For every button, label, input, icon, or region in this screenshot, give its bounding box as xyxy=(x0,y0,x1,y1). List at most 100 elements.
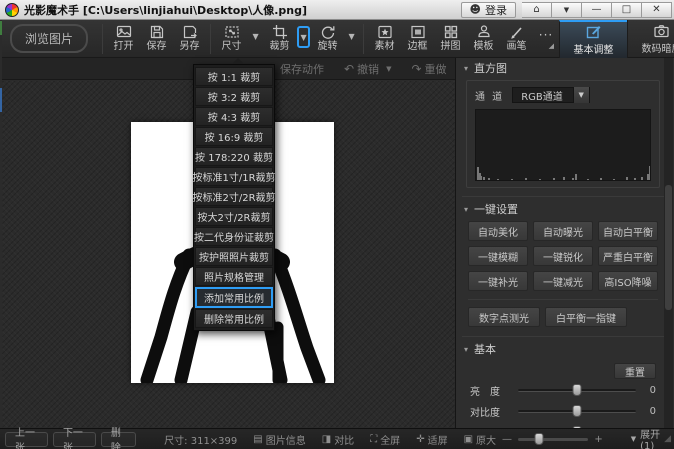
oneclick-sharpen-button[interactable]: 一键锐化 xyxy=(533,246,593,266)
auto-beautify-button[interactable]: 自动美化 xyxy=(468,221,528,241)
original-size-button[interactable]: ▣ 原大 xyxy=(464,432,496,447)
zoom-slider-thumb[interactable] xyxy=(535,433,544,445)
menu-item-4-3[interactable]: 按 4:3 裁剪 xyxy=(195,107,273,126)
collapse-triangle-icon: ▾ xyxy=(464,64,468,73)
brush-button[interactable]: 画笔 xyxy=(500,21,533,57)
zoom-out-button[interactable]: — xyxy=(502,434,512,445)
crop-ratio-menu: 按 1:1 裁剪 按 3:2 裁剪 按 4:3 裁剪 按 16:9 裁剪 按 1… xyxy=(193,64,275,331)
menu-item-2inch[interactable]: 按标准2寸/2R裁剪 xyxy=(195,187,273,206)
histogram-section-header[interactable]: ▾ 直方图 xyxy=(456,58,674,78)
login-button[interactable]: ☻ 登录 xyxy=(461,2,516,18)
histogram-plot xyxy=(475,109,651,181)
menu-item-id-card[interactable]: 按二代身份证裁剪 xyxy=(195,227,273,246)
undo-button[interactable]: ↶ 撤销 ▼ xyxy=(344,61,391,77)
resize-button[interactable]: 尺寸 xyxy=(215,21,248,57)
menu-item-spec-manage[interactable]: 照片规格管理 xyxy=(195,267,273,286)
ellipsis-icon: ··· xyxy=(539,28,553,42)
main-menu-button[interactable]: ▼ xyxy=(552,2,582,18)
delete-image-button[interactable]: 删除 xyxy=(101,432,136,447)
slider-thumb[interactable] xyxy=(573,384,582,396)
fit-screen-button[interactable]: ✛ 适屏 xyxy=(416,432,447,447)
scrollbar-thumb[interactable] xyxy=(665,185,672,310)
menu-item-1inch[interactable]: 按标准1寸/1R裁剪 xyxy=(195,167,273,186)
minimize-button[interactable]: — xyxy=(582,2,612,18)
save-button[interactable]: 保存 xyxy=(140,21,173,57)
close-icon: ✕ xyxy=(652,4,660,15)
image-info-icon: ▤ xyxy=(253,434,262,445)
chevron-down-icon: ▼ xyxy=(300,33,306,42)
digital-spot-metering-button[interactable]: 数字点测光 xyxy=(468,307,540,327)
collage-button[interactable]: 拼图 xyxy=(434,21,467,57)
panel-scrollbar[interactable] xyxy=(664,58,673,428)
panel-divider xyxy=(468,299,658,300)
contrast-value: 0 xyxy=(642,406,656,417)
open-button[interactable]: 打开 xyxy=(107,21,140,57)
more-tools-button[interactable]: ··· ◢ xyxy=(533,28,559,50)
chevron-down-icon: ▼ xyxy=(252,32,258,41)
redo-icon: ↷ xyxy=(411,62,421,76)
menu-item-178-220[interactable]: 按 178:220 裁剪 xyxy=(195,147,273,166)
basic-section-header[interactable]: ▾ 基本 xyxy=(456,339,674,359)
reset-button[interactable]: 重置 xyxy=(614,363,656,379)
maximize-button[interactable]: □ xyxy=(612,2,642,18)
save-action-button[interactable]: 保存动作 xyxy=(280,61,324,77)
menu-item-3-2[interactable]: 按 3:2 裁剪 xyxy=(195,87,273,106)
brightness-value: 0 xyxy=(642,385,656,396)
next-image-button[interactable]: 下一张 xyxy=(53,432,96,447)
contrast-slider[interactable] xyxy=(518,410,636,413)
collapse-triangle-icon: ▾ xyxy=(464,205,468,214)
crop-button[interactable]: 裁剪 xyxy=(263,21,296,57)
close-button[interactable]: ✕ xyxy=(642,2,672,18)
previous-image-button[interactable]: 上一张 xyxy=(5,432,48,447)
compare-button[interactable]: ◨ 对比 xyxy=(322,432,354,447)
image-info-button[interactable]: ▤ 图片信息 xyxy=(253,432,305,447)
severe-whitebalance-button[interactable]: 严重白平衡 xyxy=(598,246,658,266)
menu-item-big-2inch[interactable]: 按大2寸/2R裁剪 xyxy=(195,207,273,226)
material-button[interactable]: 素材 xyxy=(368,21,401,57)
brightness-slider[interactable] xyxy=(518,389,636,392)
save-as-button[interactable]: 另存 xyxy=(173,21,206,57)
border-label: 边框 xyxy=(408,41,428,53)
zoom-slider[interactable] xyxy=(518,438,588,441)
expand-panel-button[interactable]: ▼ 展开(1) xyxy=(631,426,664,449)
fill-light-button[interactable]: 一键补光 xyxy=(468,271,528,291)
open-image-icon xyxy=(116,24,132,40)
material-icon xyxy=(377,24,393,40)
rotate-dropdown-arrow[interactable]: ▼ xyxy=(345,26,358,46)
slider-thumb[interactable] xyxy=(573,405,582,417)
auto-whitebalance-button[interactable]: 自动白平衡 xyxy=(598,221,658,241)
oneclick-blur-button[interactable]: 一键模糊 xyxy=(468,246,528,266)
tab-digital-darkroom[interactable]: 数码暗房 xyxy=(627,20,674,58)
tab-basic-adjust[interactable]: 基本调整 xyxy=(559,20,627,58)
redo-button[interactable]: ↷ 重做 xyxy=(411,61,446,77)
browse-images-button[interactable]: 浏览图片 xyxy=(10,24,88,53)
window-title: 光影魔术手 [C:\Users\linjiahui\Desktop\人像.png… xyxy=(24,2,461,18)
save-label: 保存 xyxy=(147,41,167,53)
template-icon xyxy=(476,24,492,40)
crop-dropdown-arrow[interactable]: ▼ xyxy=(297,26,310,48)
channel-select[interactable]: RGB通道 ▼ xyxy=(512,87,590,103)
menu-item-passport[interactable]: 按护照照片裁剪 xyxy=(195,247,273,266)
high-iso-denoise-button[interactable]: 高ISO降噪 xyxy=(598,271,658,291)
channel-value: RGB通道 xyxy=(513,88,573,103)
rotate-button[interactable]: 旋转 xyxy=(311,21,344,57)
fullscreen-button[interactable]: ⛶ 全屏 xyxy=(370,432,400,447)
zoom-in-button[interactable]: + xyxy=(594,434,602,445)
chevron-down-icon[interactable]: ▼ xyxy=(573,87,589,103)
menu-item-1-1[interactable]: 按 1:1 裁剪 xyxy=(195,67,273,86)
auto-exposure-button[interactable]: 自动曝光 xyxy=(533,221,593,241)
border-button[interactable]: 边框 xyxy=(401,21,434,57)
resize-dropdown-arrow[interactable]: ▼ xyxy=(249,26,262,46)
menu-item-add-ratio[interactable]: 添加常用比例 xyxy=(195,287,273,308)
oneclick-section-header[interactable]: ▾ 一键设置 xyxy=(456,199,674,219)
adjust-panel: ▾ 直方图 通 道 RGB通道 ▼ ▾ 一键设置 自动美化 自动曝光 自动白平衡… xyxy=(455,58,674,428)
template-button[interactable]: 模板 xyxy=(467,21,500,57)
resize-grip[interactable]: ◢ xyxy=(664,434,672,444)
contrast-slider-row: 对比度 0 xyxy=(470,401,656,421)
menu-item-delete-ratio[interactable]: 删除常用比例 xyxy=(195,309,273,328)
menu-item-16-9[interactable]: 按 16:9 裁剪 xyxy=(195,127,273,146)
reduce-light-button[interactable]: 一键减光 xyxy=(533,271,593,291)
skin-button[interactable]: ⌂ xyxy=(522,2,552,18)
redo-label: 重做 xyxy=(425,61,447,77)
whitebalance-onetouch-button[interactable]: 白平衡一指键 xyxy=(545,307,627,327)
